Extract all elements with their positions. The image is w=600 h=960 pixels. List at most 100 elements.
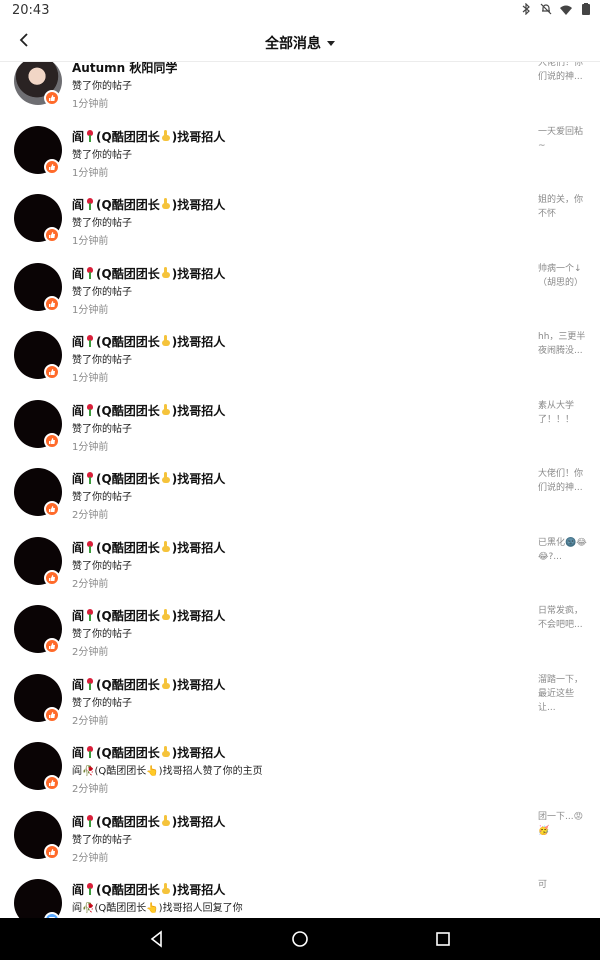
sender-name-part: 阎: [72, 677, 85, 692]
mute-bell-icon: [540, 3, 552, 18]
message-action-text: 赞了你的帖子: [72, 149, 132, 161]
like-badge-icon: [44, 775, 60, 791]
pointing-up-emoji-icon: [161, 609, 171, 621]
message-action-text: 赞了你的帖子: [72, 697, 132, 709]
sender-name[interactable]: 阎 (Q酷团团长 )找哥招人: [72, 196, 225, 213]
status-time: 20:43: [12, 3, 50, 18]
sender-name-part: 阎: [72, 198, 85, 212]
nav-recents-button[interactable]: [434, 930, 452, 948]
message-item[interactable]: 阎 (Q酷团团长)找哥招人 赞了你的帖子 2分钟前 日常发疯，不会吧吧...: [0, 586, 600, 658]
sender-name-part: 阎: [72, 814, 85, 829]
post-preview[interactable]: 团一下...😡🥳: [538, 810, 588, 838]
sender-name-part: (Q酷团团长: [96, 814, 160, 829]
bluetooth-icon: [520, 2, 532, 18]
message-list[interactable]: Autumn 秋阳同学 赞了你的帖子 1分钟前 大佬们！你们说的神... 阎 (Q酷团团长…: [0, 62, 600, 918]
battery-icon: [580, 3, 592, 18]
message-item[interactable]: Autumn 秋阳同学 赞了你的帖子 1分钟前 大佬们！你们说的神...: [0, 62, 600, 110]
sender-name[interactable]: 阎 (Q酷团团长)找哥招人: [72, 813, 225, 830]
post-preview[interactable]: 已黑化🌚😂😂?...: [538, 536, 588, 564]
sender-name[interactable]: 阎 (Q酷团团长)找哥招人: [72, 402, 225, 419]
like-badge-icon: [44, 706, 60, 723]
sender-name-part: )找哥招人: [171, 129, 226, 144]
post-preview[interactable]: 大佬们！你们说的神...: [538, 62, 588, 84]
like-badge-icon: [44, 158, 60, 175]
sender-name-part: (Q酷团团长: [96, 883, 160, 897]
pointing-up-emoji-icon: [161, 266, 171, 279]
sender-name[interactable]: 阎 (Q酷团团长)找哥招人: [72, 676, 225, 693]
wifi-icon: [560, 4, 572, 18]
circle-home-icon: [291, 931, 309, 952]
caret-down-icon: [327, 41, 335, 46]
sender-name-part: )找哥招人: [171, 540, 226, 555]
message-action-text: 赞了你的帖子: [72, 81, 132, 92]
post-preview[interactable]: 帅病一个↓（胡思的）: [538, 262, 588, 290]
sender-name-part: (Q酷团团长: [96, 266, 160, 281]
post-preview[interactable]: 溜踏一下，最近这些让...: [538, 673, 588, 715]
sender-name-part: (Q酷团团长: [96, 746, 160, 760]
post-preview[interactable]: 日常发疯，不会吧吧...: [538, 604, 588, 632]
like-badge-icon: [44, 638, 60, 654]
sender-name[interactable]: Autumn 秋阳同学: [72, 62, 177, 76]
message-item[interactable]: 阎(Q酷团团长)找哥招人阎🥀(Q酷团团长👆)找哥招人回复了你2分钟前可: [0, 860, 600, 918]
sender-name-part: )找哥招人: [171, 198, 226, 212]
sender-name-part: 阎: [72, 746, 85, 760]
pointing-up-emoji-icon: [161, 198, 171, 210]
post-preview[interactable]: 一天爱回粘~: [538, 125, 588, 153]
pointing-up-emoji-icon: [161, 403, 171, 416]
rose-emoji-icon: [85, 814, 95, 827]
message-item[interactable]: 阎 (Q酷团团长)找哥招人 赞了你的帖子 2分钟前 已黑化🌚😂😂?...: [0, 518, 600, 590]
sender-name-part: (Q酷团团长: [96, 198, 160, 212]
post-preview[interactable]: 姐的关，你不怀: [538, 193, 588, 221]
rose-emoji-icon: [85, 609, 95, 621]
sender-name-part: )找哥招人: [171, 266, 226, 281]
message-item[interactable]: 阎 (Q酷团团长)找哥招人 赞了你的帖子 1分钟前 姐的关，你不怀: [0, 175, 600, 247]
like-badge-icon: [44, 843, 60, 860]
message-item[interactable]: 阎 (Q酷团团长)找哥招人 赞了你的帖子 1分钟前 一天爱回粘~: [0, 107, 600, 179]
like-badge-icon: [44, 295, 60, 312]
like-badge-icon: [44, 227, 60, 243]
sender-name-part: 阎: [72, 266, 85, 281]
sender-name[interactable]: 阎 (Q酷团团长)找哥招人: [72, 333, 225, 350]
rose-emoji-icon: [85, 677, 95, 690]
sender-name-part: (Q酷团团长: [96, 677, 160, 692]
sender-name[interactable]: 阎 (Q酷团团长)找哥招人: [72, 607, 225, 624]
sender-name-part: 阎: [72, 472, 85, 486]
post-preview[interactable]: hh，三更半夜闹腾没...: [538, 330, 588, 358]
sender-name-part: (Q酷团团长: [96, 335, 160, 349]
sender-name-part: (Q酷团团长: [96, 403, 160, 418]
sender-name[interactable]: 阎 (Q酷团团长 )找哥招人: [72, 744, 225, 761]
rose-emoji-icon: [85, 472, 95, 484]
rose-emoji-icon: [85, 746, 95, 758]
rose-emoji-icon: [85, 266, 95, 279]
message-item[interactable]: 阎 (Q酷团团长)找哥招人 赞了你的帖子 1分钟前 hh，三更半夜闹腾没...: [0, 312, 600, 384]
message-item[interactable]: 阎 (Q酷团团长)找哥招人 赞了你的帖子 2分钟前 团一下...😡🥳: [0, 792, 600, 864]
message-item[interactable]: 阎 (Q酷团团长)找哥招人 赞了你的帖子 2分钟前 大佬们！你们说的神...: [0, 449, 600, 521]
like-badge-icon: [44, 90, 60, 106]
message-item[interactable]: 阎 (Q酷团团长)找哥招人 赞了你的帖子 1分钟前 帅病一个↓（胡思的）: [0, 244, 600, 316]
sender-name-part: 阎: [72, 540, 85, 555]
pointing-up-emoji-icon: [161, 814, 171, 827]
sender-name[interactable]: 阎 (Q酷团团长)找哥招人: [72, 881, 225, 898]
message-filter-dropdown[interactable]: 全部消息: [0, 33, 600, 53]
sender-name[interactable]: 阎 (Q酷团团长)找哥招人: [72, 539, 225, 556]
sender-name[interactable]: 阎 (Q酷团团长)找哥招人: [72, 128, 225, 145]
sender-name[interactable]: 阎 (Q酷团团长 )找哥招人: [72, 265, 225, 282]
like-badge-icon: [44, 432, 60, 449]
message-item[interactable]: 阎 (Q酷团团长)找哥招人 阎🥀(Q酷团团长👆)找哥招人赞了你的主页 2分钟前: [0, 723, 600, 795]
post-preview[interactable]: 大佬们！你们说的神...: [538, 467, 588, 495]
nav-home-button[interactable]: [291, 930, 309, 948]
nav-back-button[interactable]: [148, 930, 166, 948]
post-preview[interactable]: 可: [538, 878, 588, 892]
sender-name-part: 阎: [72, 335, 85, 349]
sender-name-part: (Q酷团团长: [96, 472, 160, 486]
sender-name-part: (Q酷团团长: [96, 609, 160, 623]
pointing-up-emoji-icon: [161, 677, 171, 690]
header: 全部消息: [0, 24, 600, 62]
sender-name-part: )找哥招人: [171, 746, 226, 760]
sender-name-part: )找哥招人: [171, 403, 226, 418]
message-item[interactable]: 阎 (Q酷团团长)找哥招人 赞了你的帖子 1分钟前 素从大学了！！！: [0, 381, 600, 453]
message-action-text: 阎🥀(Q酷团团长👆)找哥招人回复了你: [72, 903, 243, 914]
message-item[interactable]: 阎 (Q酷团团长)找哥招人 赞了你的帖子 2分钟前 溜踏一下，最近这些让...: [0, 655, 600, 727]
sender-name[interactable]: 阎 (Q酷团团长)找哥招人: [72, 470, 225, 487]
post-preview[interactable]: 素从大学了！！！: [538, 399, 588, 427]
